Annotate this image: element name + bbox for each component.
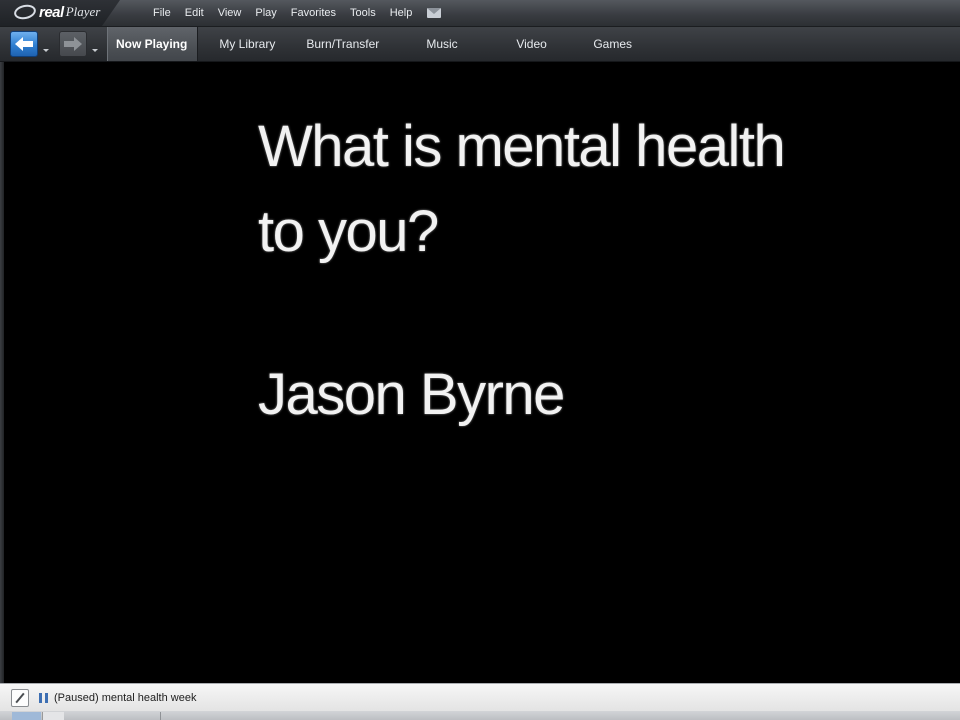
forward-history-dropdown-icon[interactable] bbox=[92, 49, 98, 52]
menu-play[interactable]: Play bbox=[248, 0, 283, 26]
main-tabs: Now Playing My Library Burn/Transfer Mus… bbox=[107, 27, 693, 61]
menu-view[interactable]: View bbox=[211, 0, 249, 26]
menu-favorites[interactable]: Favorites bbox=[284, 0, 343, 26]
tab-burn-transfer[interactable]: Burn/Transfer bbox=[306, 27, 426, 61]
divider bbox=[160, 712, 161, 720]
menu-bar: real Player File Edit View Play Favorite… bbox=[0, 0, 960, 27]
pause-icon bbox=[39, 693, 48, 703]
menu-edit[interactable]: Edit bbox=[178, 0, 211, 26]
realplayer-logo-icon bbox=[12, 2, 38, 22]
control-segment[interactable] bbox=[12, 712, 41, 720]
tab-my-library[interactable]: My Library bbox=[198, 27, 306, 61]
video-caption-line-1: What is mental health bbox=[258, 114, 786, 179]
playback-status-text: (Paused) mental health week bbox=[54, 692, 197, 704]
mail-icon[interactable] bbox=[427, 8, 442, 18]
navigation-bar: Now Playing My Library Burn/Transfer Mus… bbox=[0, 27, 960, 62]
forward-button[interactable] bbox=[59, 31, 87, 57]
logo-text-real: real bbox=[39, 3, 64, 21]
video-caption-line-2: to you? bbox=[258, 199, 439, 264]
arrow-left-icon bbox=[15, 37, 33, 51]
tab-games[interactable]: Games bbox=[593, 27, 693, 61]
tab-video[interactable]: Video bbox=[516, 27, 593, 61]
menu-help[interactable]: Help bbox=[383, 0, 420, 26]
control-segment[interactable] bbox=[42, 712, 64, 720]
edit-clip-info-icon[interactable] bbox=[11, 689, 29, 707]
video-caption-name: Jason Byrne bbox=[258, 362, 565, 427]
realplayer-logo[interactable]: real Player bbox=[12, 2, 101, 22]
menu-file[interactable]: File bbox=[146, 0, 178, 26]
logo-plate: real Player bbox=[0, 0, 120, 26]
logo-text-player: Player bbox=[65, 4, 101, 19]
back-history-dropdown-icon[interactable] bbox=[43, 49, 49, 52]
arrow-right-icon bbox=[64, 37, 82, 51]
back-button[interactable] bbox=[10, 31, 38, 57]
realplayer-window: real Player File Edit View Play Favorite… bbox=[0, 0, 960, 720]
status-bar: (Paused) mental health week bbox=[0, 683, 960, 712]
menu-items: File Edit View Play Favorites Tools Help bbox=[146, 0, 442, 26]
tab-music[interactable]: Music bbox=[426, 27, 516, 61]
bottom-control-strip bbox=[0, 711, 960, 720]
menu-tools[interactable]: Tools bbox=[343, 0, 383, 26]
tab-now-playing[interactable]: Now Playing bbox=[107, 27, 199, 61]
